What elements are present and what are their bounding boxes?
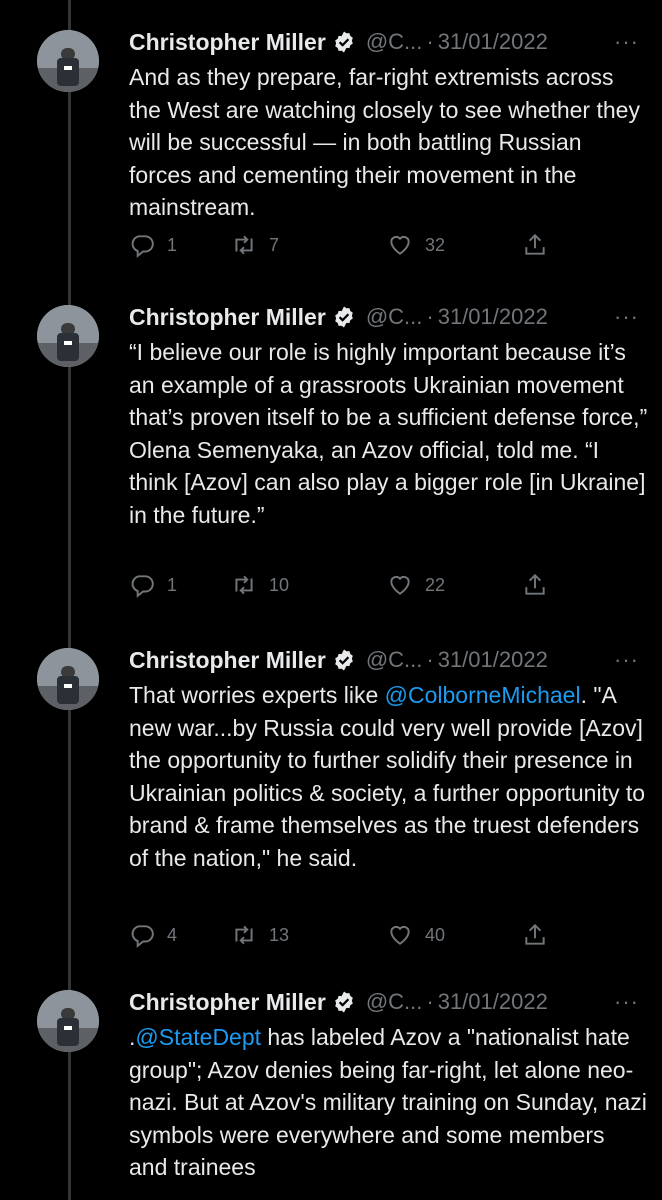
- tweet-text-end: . "A new war...by Russia could very well…: [129, 682, 652, 871]
- tweet-date[interactable]: 31/01/2022: [438, 647, 548, 673]
- tweet-text: .@StateDept has labeled Azov a "national…: [129, 1021, 649, 1184]
- reply-button[interactable]: 4: [129, 922, 177, 948]
- like-count: 22: [425, 574, 446, 595]
- author-handle[interactable]: @C...: [366, 989, 423, 1015]
- tweet[interactable]: Christopher Miller @C... · 31/01/2022 ··…: [0, 980, 662, 1200]
- share-icon: [525, 233, 545, 255]
- retweet-icon: [235, 235, 253, 255]
- author-handle[interactable]: @C...: [366, 647, 423, 673]
- tweet[interactable]: Christopher Miller @C... · 31/01/2022 ··…: [0, 20, 662, 290]
- reply-icon: [131, 575, 154, 598]
- verified-badge-icon: [332, 990, 356, 1014]
- author-name[interactable]: Christopher Miller: [129, 647, 326, 674]
- avatar[interactable]: [37, 990, 99, 1052]
- like-count: 40: [425, 924, 446, 945]
- share-button[interactable]: [522, 922, 548, 948]
- retweet-button[interactable]: 13: [231, 922, 289, 948]
- share-icon: [525, 923, 545, 945]
- author-handle[interactable]: @C...: [366, 29, 423, 55]
- separator-dot: ·: [426, 29, 434, 54]
- reply-count: 1: [167, 234, 178, 255]
- retweet-icon: [235, 925, 253, 945]
- mention-link[interactable]: @ColborneMichael: [385, 682, 581, 708]
- share-button[interactable]: [522, 572, 548, 598]
- reply-count: 4: [167, 924, 178, 945]
- like-button[interactable]: 32: [387, 232, 445, 258]
- retweet-icon: [235, 575, 253, 595]
- tweet-date[interactable]: 31/01/2022: [438, 304, 548, 330]
- reply-icon: [131, 235, 154, 258]
- author-name[interactable]: Christopher Miller: [129, 29, 326, 56]
- more-options-icon[interactable]: ···: [614, 647, 639, 673]
- tweet-text: That worries experts like @ColborneMicha…: [129, 679, 649, 874]
- share-icon: [525, 573, 545, 595]
- retweet-button[interactable]: 7: [231, 232, 279, 258]
- tweet-text-start: That worries experts like: [129, 682, 385, 708]
- author-handle[interactable]: @C...: [366, 304, 423, 330]
- heart-icon: [390, 235, 410, 255]
- more-options-icon[interactable]: ···: [614, 29, 639, 55]
- share-button[interactable]: [522, 232, 548, 258]
- mention-link[interactable]: @StateDept: [135, 1024, 261, 1050]
- reply-icon: [131, 925, 154, 948]
- like-button[interactable]: 22: [387, 572, 445, 598]
- retweet-count: 7: [269, 234, 280, 255]
- tweet-text: “I believe our role is highly important …: [129, 339, 654, 528]
- retweet-count: 13: [269, 924, 290, 945]
- tweet-text: And as they prepare, far-right extremist…: [129, 64, 647, 220]
- separator-dot: ·: [426, 304, 434, 329]
- more-options-icon[interactable]: ···: [614, 304, 639, 330]
- verified-badge-icon: [332, 648, 356, 672]
- separator-dot: ·: [426, 989, 434, 1014]
- heart-icon: [390, 575, 410, 595]
- retweet-count: 10: [269, 574, 290, 595]
- tweet[interactable]: Christopher Miller @C... · 31/01/2022 ··…: [0, 295, 662, 625]
- tweet-date[interactable]: 31/01/2022: [438, 989, 548, 1015]
- reply-button[interactable]: 1: [129, 572, 177, 598]
- like-count: 32: [425, 234, 446, 255]
- reply-count: 1: [167, 574, 178, 595]
- verified-badge-icon: [332, 30, 356, 54]
- tweet-date[interactable]: 31/01/2022: [438, 29, 548, 55]
- retweet-button[interactable]: 10: [231, 572, 289, 598]
- like-button[interactable]: 40: [387, 922, 445, 948]
- reply-button[interactable]: 1: [129, 232, 177, 258]
- avatar[interactable]: [37, 648, 99, 710]
- avatar[interactable]: [37, 30, 99, 92]
- heart-icon: [390, 925, 410, 945]
- avatar[interactable]: [37, 305, 99, 367]
- verified-badge-icon: [332, 305, 356, 329]
- separator-dot: ·: [426, 647, 434, 672]
- more-options-icon[interactable]: ···: [614, 989, 639, 1015]
- author-name[interactable]: Christopher Miller: [129, 304, 326, 331]
- author-name[interactable]: Christopher Miller: [129, 989, 326, 1016]
- tweet[interactable]: Christopher Miller @C... · 31/01/2022 ··…: [0, 638, 662, 968]
